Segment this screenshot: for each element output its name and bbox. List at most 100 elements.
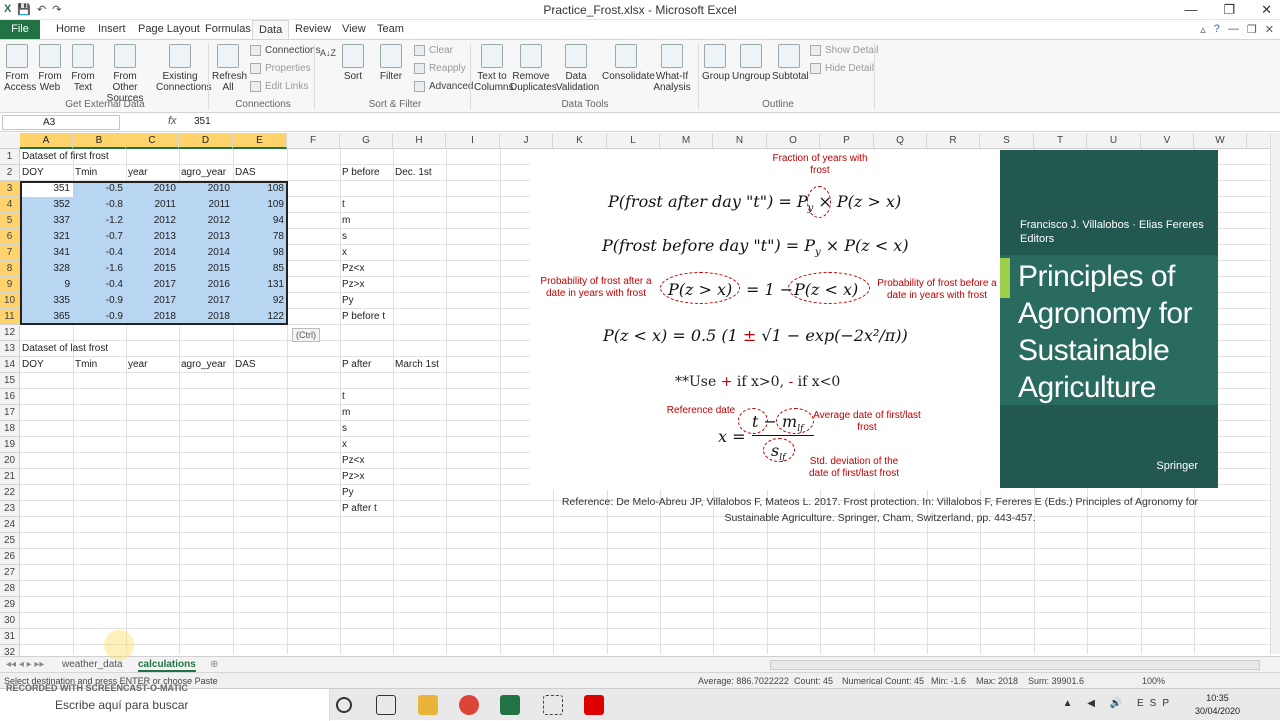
column-header-h[interactable]: H (393, 133, 446, 149)
row-header-20[interactable]: 20 (0, 453, 20, 469)
edit-links-button[interactable]: Edit Links (250, 81, 308, 92)
column-header-b[interactable]: B (73, 133, 126, 149)
cell-label[interactable]: Pz>x (342, 277, 393, 293)
cell-label[interactable]: t (342, 197, 393, 213)
help-icon[interactable]: ? (1214, 23, 1220, 36)
cell-value[interactable]: -0.4 (75, 245, 126, 261)
row-header-14[interactable]: 14 (0, 357, 20, 373)
formula-input[interactable]: 351 (194, 116, 211, 127)
row-header-5[interactable]: 5 (0, 213, 20, 229)
from-access-button[interactable]: From Access (4, 42, 36, 93)
cell-value[interactable]: 98 (235, 245, 287, 261)
data-validation-button[interactable]: Data Validation (556, 42, 599, 93)
row-header-25[interactable]: 25 (0, 533, 20, 549)
cell-dec-1st[interactable]: Dec. 1st (395, 165, 446, 181)
from-text-button[interactable]: From Text (70, 42, 96, 93)
cell-value[interactable]: 2012 (181, 213, 233, 229)
cell-value[interactable]: 108 (235, 181, 287, 197)
language-indicator[interactable]: ESP (1137, 698, 1175, 709)
cell-value[interactable]: -0.9 (75, 293, 126, 309)
cell-label[interactable]: s (342, 421, 393, 437)
column-header-v[interactable]: V (1141, 133, 1194, 149)
cell-header[interactable]: Tmin (75, 357, 126, 373)
cell-value[interactable]: 2014 (181, 245, 233, 261)
name-box[interactable]: A3 (2, 115, 120, 130)
cell-value[interactable]: 352 (22, 197, 73, 213)
reapply-button[interactable]: Reapply (414, 63, 466, 74)
column-header-c[interactable]: C (126, 133, 179, 149)
cell-dataset-first-frost[interactable]: Dataset of first frost (22, 149, 109, 165)
row-header-19[interactable]: 19 (0, 437, 20, 453)
column-header-t[interactable]: T (1034, 133, 1087, 149)
tab-insert[interactable]: Insert (98, 23, 126, 35)
chrome-icon[interactable] (459, 695, 479, 715)
vertical-scrollbar[interactable] (1270, 133, 1280, 654)
cell-value[interactable]: 2015 (181, 261, 233, 277)
tab-review[interactable]: Review (295, 23, 331, 35)
restore-doc-icon[interactable]: ❐ (1247, 23, 1257, 36)
text-to-columns-button[interactable]: Text to Columns (474, 42, 513, 93)
column-header-w[interactable]: W (1194, 133, 1247, 149)
clear-button[interactable]: Clear (414, 45, 453, 56)
cell-value[interactable]: 321 (22, 229, 73, 245)
row-header-7[interactable]: 7 (0, 245, 20, 261)
tab-page-layout[interactable]: Page Layout (138, 23, 200, 35)
column-header-l[interactable]: L (607, 133, 660, 149)
close-doc-icon[interactable]: ✕ (1265, 23, 1274, 36)
column-header-n[interactable]: N (713, 133, 767, 149)
cell-value[interactable]: 351 (22, 181, 73, 197)
row-header-31[interactable]: 31 (0, 629, 20, 645)
cell-header[interactable]: DAS (235, 357, 287, 373)
cell-value[interactable]: -1.6 (75, 261, 126, 277)
cell-label[interactable]: Pz>x (342, 469, 393, 485)
cell-value[interactable]: 85 (235, 261, 287, 277)
cell-label[interactable]: Py (342, 293, 393, 309)
system-tray[interactable]: ▲ ◀ 🔊 ESP (1063, 698, 1175, 709)
cell-value[interactable]: 335 (22, 293, 73, 309)
tab-home[interactable]: Home (56, 23, 85, 35)
insert-function-button[interactable]: fx (168, 115, 177, 127)
column-header-f[interactable]: F (287, 133, 340, 149)
excel-taskbar-icon[interactable] (500, 695, 520, 715)
show-detail-button[interactable]: Show Detail (810, 45, 878, 56)
row-header-12[interactable]: 12 (0, 325, 20, 341)
hide-detail-button[interactable]: Hide Detail (810, 63, 874, 74)
column-header-g[interactable]: G (340, 133, 393, 149)
column-header-j[interactable]: J (500, 133, 553, 149)
row-header-1[interactable]: 1 (0, 149, 20, 165)
cell-value[interactable]: 131 (235, 277, 287, 293)
row-header-4[interactable]: 4 (0, 197, 20, 213)
row-header-21[interactable]: 21 (0, 469, 20, 485)
row-header-2[interactable]: 2 (0, 165, 20, 181)
group-button[interactable]: Group (702, 42, 730, 82)
tab-data[interactable]: Data (252, 20, 290, 40)
row-header-8[interactable]: 8 (0, 261, 20, 277)
cell-header[interactable]: agro_year (181, 165, 233, 181)
cell-value[interactable]: 2010 (181, 181, 233, 197)
row-header-23[interactable]: 23 (0, 501, 20, 517)
row-header-16[interactable]: 16 (0, 389, 20, 405)
cell-label[interactable]: t (342, 389, 393, 405)
row-header-3[interactable]: 3 (0, 181, 20, 197)
row-header-9[interactable]: 9 (0, 277, 20, 293)
cell-value[interactable]: 2013 (181, 229, 233, 245)
cell-header[interactable]: year (128, 165, 179, 181)
cell-header[interactable]: DOY (22, 357, 73, 373)
close-button[interactable]: ✕ (1261, 2, 1272, 18)
cell-value[interactable]: 2015 (128, 261, 179, 277)
clock[interactable]: 10:35 30/04/2020 (1195, 692, 1240, 718)
row-header-30[interactable]: 30 (0, 613, 20, 629)
cell-value[interactable]: 94 (235, 213, 287, 229)
from-other-sources-button[interactable]: From Other Sources (100, 42, 150, 104)
zoom-level[interactable]: 100% (1142, 676, 1165, 686)
cell-value[interactable]: -0.8 (75, 197, 126, 213)
cell-label[interactable]: Pz<x (342, 453, 393, 469)
cell-label[interactable]: x (342, 437, 393, 453)
sort-az-button[interactable]: A↓Z (320, 48, 336, 58)
cell-label[interactable]: s (342, 229, 393, 245)
consolidate-button[interactable]: Consolidate (602, 42, 655, 82)
cell-label[interactable]: m (342, 405, 393, 421)
column-header-k[interactable]: K (553, 133, 607, 149)
row-header-17[interactable]: 17 (0, 405, 20, 421)
cell-label[interactable]: m (342, 213, 393, 229)
